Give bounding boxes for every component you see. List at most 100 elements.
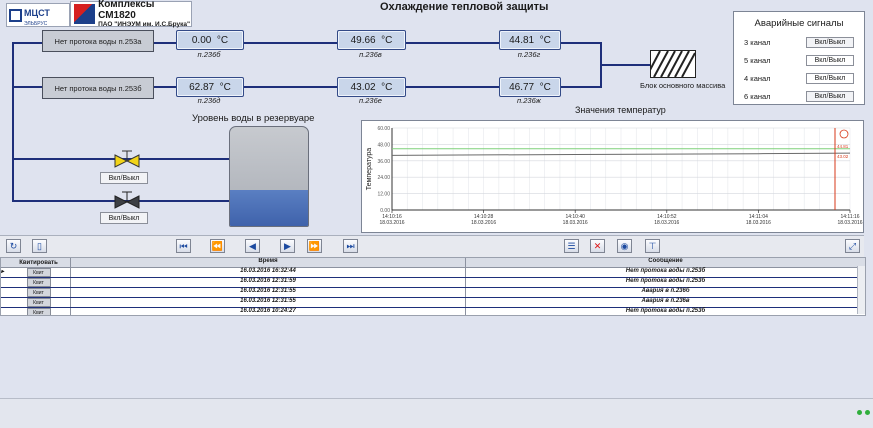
sensor-unit: °C [381,34,393,46]
x-tick-date: 18.03.2016 [654,220,679,226]
column-message[interactable]: Сообщение [465,258,865,267]
sensor-value: 44.81 [509,34,535,46]
alarm-channel-3-button[interactable]: Вкл/Выкл [806,36,854,48]
filter-icon[interactable]: ⊤ [645,239,660,253]
sensor-tag: п.236в [359,50,382,59]
temp-sensor-236d: 62.87 °C [176,77,244,97]
temperature-chart: 60.00 48.00 36.00 24.00 12.00 0.00 14:10:16 18.… [361,120,864,233]
alarm-channel-5-button[interactable]: Вкл/Выкл [806,54,854,66]
refresh-icon[interactable]: ↻ [6,239,21,253]
ack-button[interactable]: Квит [26,298,51,307]
next-icon[interactable]: ▶ [280,239,295,253]
fullscreen-icon[interactable]: ⤢ [845,239,860,253]
event-time: 16.03.2016 12:31:55 [70,298,465,307]
ack-button[interactable]: Квит [26,268,51,277]
pipe [242,42,337,44]
y-axis-label: Температура [366,148,373,191]
chart-title: Значения температур [575,105,666,115]
column-ack[interactable]: Квитировать [7,258,70,267]
ack-button[interactable]: Квит [26,308,51,315]
first-page-icon[interactable]: ⏮ [176,239,191,253]
status-ok-icon [857,410,862,415]
temp-sensor-236b: 0.00 °C [176,30,244,50]
pipe [152,86,176,88]
alarm-row-5: 5 канал Вкл/Выкл [734,51,864,69]
sensor-tag: п.236д [197,96,221,105]
info-icon[interactable]: ◉ [617,239,632,253]
valve-closed-icon[interactable] [114,191,140,209]
alarm-panel: Аварийные сигналы 3 канал Вкл/Выкл 5 кан… [733,11,865,105]
temp-sensor-236zh: 46.77 °C [499,77,561,97]
list-icon[interactable]: ☰ [564,239,579,253]
events-table: Квитировать Время Сообщение ▸ Квит 16.03.2… [0,257,866,316]
alarm-channel-label: 5 канал [744,55,771,65]
y-tick-label: 24.00 [377,175,390,181]
valve-open-icon[interactable] [114,150,140,168]
mcst-logo-text: МЦСТ [24,8,50,18]
prev-icon[interactable]: ◀ [245,239,260,253]
x-tick-date: 18.03.2016 [379,220,404,226]
table-scrollbar[interactable] [857,266,865,314]
table-header: Квитировать Время Сообщение [1,258,865,268]
main-array-block-icon [650,50,696,78]
column-time[interactable]: Время [70,258,465,267]
sensor-value: 49.66 [350,34,376,46]
y-tick-label: 36.00 [377,159,390,165]
page-forward-icon[interactable]: ⏩ [307,239,322,253]
event-message: Авария в п.236б [465,288,865,297]
sensor-value: 62.87 [189,81,215,93]
pipe [600,64,650,66]
event-message: Нет протока воды п.253б [465,308,865,315]
pipe [559,86,601,88]
sensor-unit: °C [539,34,551,46]
sm1820-subtitle: ПАО "ИНЭУМ им. И.С.Брука" [98,21,191,28]
sensor-value: 43.02 [350,81,376,93]
water-level-fill [230,190,308,226]
temp-sensor-236e: 43.02 °C [337,77,406,97]
valve1-toggle-button[interactable]: Вкл/Выкл [100,172,148,184]
sensor-tag: п.236е [359,96,382,105]
last-page-icon[interactable]: ⏭ [343,239,358,253]
sensor-unit: °C [216,34,229,46]
sm1820-logo: Комплексы СМ1820 ПАО "ИНЭУМ им. И.С.Брук… [70,0,192,28]
flow-alarm-253a: Нет протока воды п.253а [42,30,154,52]
pipe [152,42,176,44]
page-title: Охлаждение тепловой защиты [380,1,549,13]
document-icon[interactable]: ▯ [32,239,47,253]
table-row[interactable]: ▸ Квит 16.03.2016 16:32:44 Нет протока воды… [1,268,865,278]
ack-button[interactable]: Квит [26,288,51,297]
pipe [12,42,42,44]
temp-sensor-236g: 44.81 °C [499,30,561,50]
sm1820-emblem-icon [74,4,96,24]
page-back-icon[interactable]: ⏪ [210,239,225,253]
temp-sensor-236v: 49.66 °C [337,30,406,50]
pipe [12,86,42,88]
y-tick-label: 60.00 [377,126,390,132]
flow-alarm-253b: Нет протока воды п.253б [42,77,154,99]
sensor-value: 46.77 [509,81,535,93]
sensor-tag: п.236ж [517,96,541,105]
clear-icon[interactable]: ✕ [590,239,605,253]
alarm-channel-6-button[interactable]: Вкл/Выкл [806,90,854,102]
water-tank [229,126,309,227]
table-row[interactable]: Квит 16.03.2016 12:31:55 Авария в п.236в [1,298,865,308]
alarm-channel-4-button[interactable]: Вкл/Выкл [806,72,854,84]
table-row[interactable]: Квит 16.03.2016 12:31:55 Авария в п.236б [1,288,865,298]
table-row[interactable]: Квит 16.03.2016 10:24:27 Нет протока воды … [1,308,865,315]
sensor-value: 0.00 [191,34,212,46]
alarm-channel-label: 3 канал [744,37,771,47]
alarm-row-4: 4 канал Вкл/Выкл [734,69,864,87]
sensor-tag: п.236г [517,50,541,59]
tank-title: Уровень воды в резервуаре [192,113,315,124]
cursor-arrow-icon [839,129,849,139]
ack-button[interactable]: Квит [26,278,51,287]
valve2-toggle-button[interactable]: Вкл/Выкл [100,212,148,224]
pipe [12,42,14,202]
x-tick-date: 18.03.2016 [837,220,862,226]
event-time: 16.03.2016 12:31:59 [70,278,465,287]
event-message: Авария в п.236в [465,298,865,307]
table-row[interactable]: Квит 16.03.2016 12:31:59 Нет протока воды … [1,278,865,288]
alarm-channel-label: 6 канал [744,91,771,101]
status-bar [0,398,873,428]
alarm-panel-title: Аварийные сигналы [754,18,844,29]
